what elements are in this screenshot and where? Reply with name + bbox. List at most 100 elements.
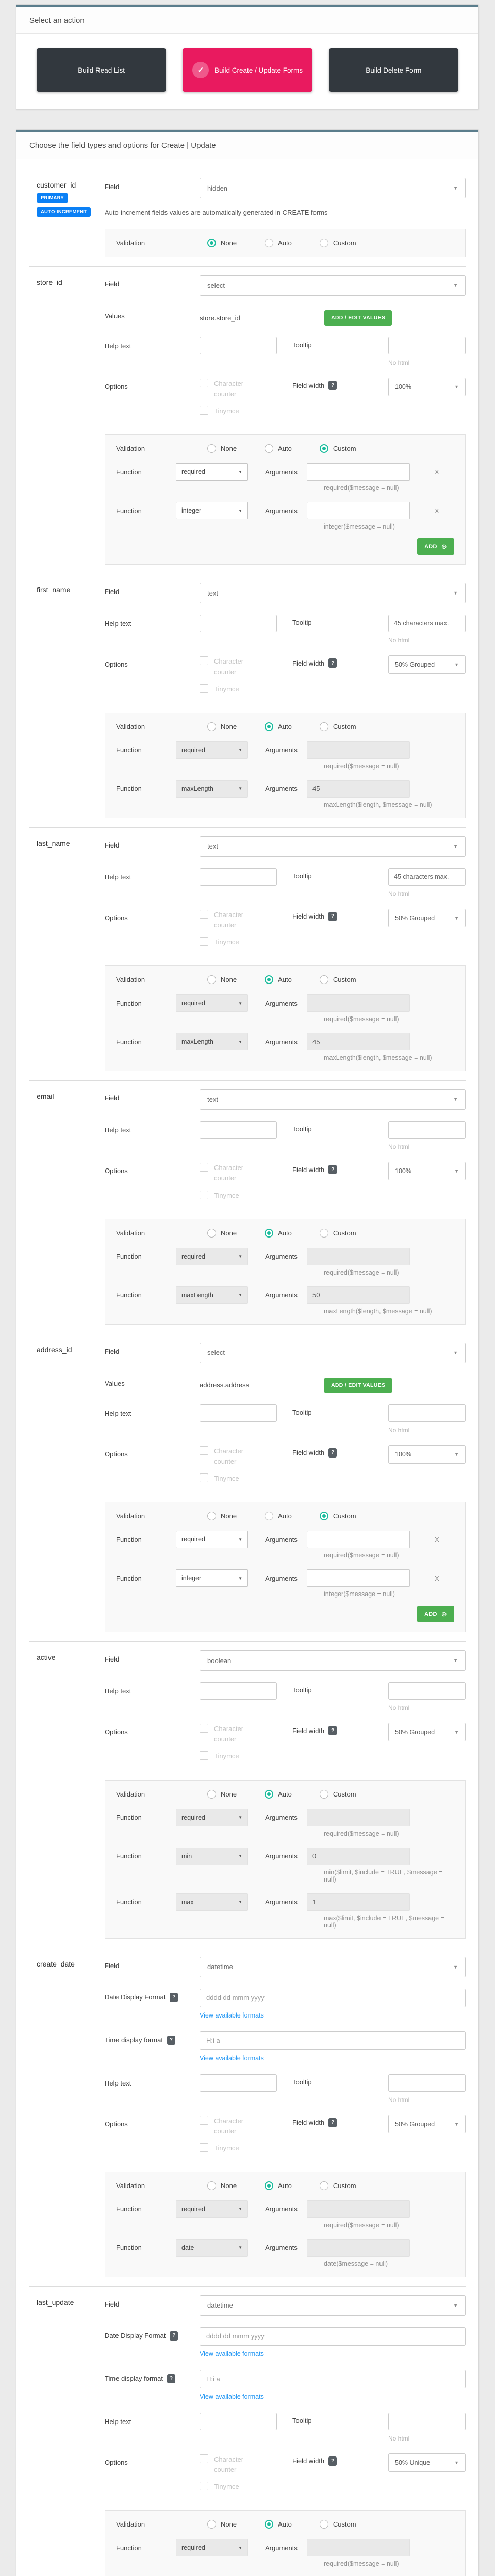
remove-function-button[interactable]: X	[435, 507, 439, 515]
action-button-read-list[interactable]: Build Read List	[37, 48, 167, 92]
field-width-select[interactable]: 50% Grouped ▼	[388, 908, 466, 927]
remove-function-button[interactable]: X	[435, 468, 439, 476]
field-width-select[interactable]: 100% ▼	[388, 1162, 466, 1181]
tooltip-input[interactable]	[388, 1404, 466, 1422]
tooltip-input[interactable]	[388, 868, 466, 886]
time-format-input[interactable]	[200, 2369, 466, 2388]
validation-radio-auto[interactable]: Auto	[265, 1789, 292, 1799]
field-type-select[interactable]: text ▼	[200, 1089, 466, 1110]
help-text-input[interactable]	[200, 1404, 277, 1422]
field-type-select[interactable]: select ▼	[200, 275, 466, 296]
validation-radio-none[interactable]: None	[207, 722, 237, 731]
validation-radio-custom[interactable]: Custom	[319, 1512, 356, 1521]
add-edit-values-button[interactable]: ADD / EDIT VALUES	[324, 310, 392, 326]
help-text-input[interactable]	[200, 868, 277, 886]
time-format-label: Time display format?	[105, 2370, 200, 2383]
view-formats-link[interactable]: View available formats	[200, 2055, 264, 2062]
field-settings: Field datetime ▼ Date Display Format? View a…	[105, 1956, 466, 2277]
help-text-input[interactable]	[200, 615, 277, 633]
field-type-select[interactable]: datetime ▼	[200, 1956, 466, 1977]
validation-radio-none[interactable]: None	[207, 2181, 237, 2190]
field-width-select[interactable]: 50% Grouped ▼	[388, 2114, 466, 2133]
field-type-select[interactable]: text ▼	[200, 836, 466, 857]
validation-radio-custom[interactable]: Custom	[319, 722, 356, 731]
help-text-input[interactable]	[200, 1121, 277, 1139]
validation-radio-auto[interactable]: Auto	[265, 2181, 292, 2190]
validation-radio-auto[interactable]: Auto	[265, 975, 292, 985]
date-format-input[interactable]	[200, 1988, 466, 2007]
validation-radio-none[interactable]: None	[207, 1228, 237, 1238]
validation-radio-custom[interactable]: Custom	[319, 975, 356, 985]
validation-radio-auto[interactable]: Auto	[265, 722, 292, 731]
validation-radio-custom[interactable]: Custom	[319, 239, 356, 247]
function-select[interactable]: integer ▼	[176, 1569, 248, 1587]
field-label: Field	[105, 1655, 120, 1664]
validation-radio-none[interactable]: None	[207, 239, 237, 247]
action-button-create-update[interactable]: ✓ Build Create / Update Forms	[183, 48, 312, 92]
tooltip-input[interactable]	[388, 2074, 466, 2092]
view-formats-link[interactable]: View available formats	[200, 2350, 264, 2358]
validation-radio-none[interactable]: None	[207, 1512, 237, 1521]
arguments-input[interactable]	[307, 1569, 410, 1587]
function-select[interactable]: integer ▼	[176, 502, 248, 520]
remove-function-button[interactable]: X	[435, 1574, 439, 1582]
field-width-select[interactable]: 100% ▼	[388, 378, 466, 396]
field-width-label: Field width	[292, 2457, 325, 2465]
add-function-button[interactable]: ADD ⊕	[417, 1606, 454, 1623]
validation-radio-custom[interactable]: Custom	[319, 2181, 356, 2190]
help-text-input[interactable]	[200, 337, 277, 354]
function-select[interactable]: required ▼	[176, 1531, 248, 1549]
field-width-select[interactable]: 50% Grouped ▼	[388, 1723, 466, 1742]
arguments-input[interactable]	[307, 502, 410, 520]
field-type-select[interactable]: text ▼	[200, 583, 466, 604]
arguments-input[interactable]	[307, 1531, 410, 1549]
tooltip-input[interactable]	[388, 2412, 466, 2430]
view-formats-link[interactable]: View available formats	[200, 2393, 264, 2400]
action-button-delete[interactable]: Build Delete Form	[328, 48, 458, 92]
date-format-input[interactable]	[200, 2327, 466, 2346]
validation-radio-none[interactable]: None	[207, 975, 237, 985]
tinymce-checkbox-row: Tinymce	[200, 2143, 292, 2154]
field-type-select[interactable]: select ▼	[200, 1342, 466, 1363]
field-type-select[interactable]: hidden ▼	[200, 178, 466, 198]
validation-radios: None Auto Custom	[207, 1512, 356, 1521]
tooltip-input[interactable]	[388, 1682, 466, 1700]
validation-radio-custom[interactable]: Custom	[319, 1789, 356, 1799]
field-label: Field	[105, 1094, 120, 1103]
field-width-select[interactable]: 100% ▼	[388, 1445, 466, 1464]
help-text-input[interactable]	[200, 1682, 277, 1700]
tooltip-input[interactable]	[388, 615, 466, 633]
validation-radio-auto[interactable]: Auto	[265, 2520, 292, 2529]
add-function-button[interactable]: ADD ⊕	[417, 538, 454, 555]
validation-radio-none[interactable]: None	[207, 444, 237, 453]
options-wrap: Character counter Tinymce Field width? 100%…	[200, 378, 466, 423]
field-type-select[interactable]: datetime ▼	[200, 2295, 466, 2316]
help-text-input[interactable]	[200, 2074, 277, 2092]
view-formats-link[interactable]: View available formats	[200, 2012, 264, 2019]
field-width-group: Field width?	[292, 2115, 337, 2127]
validation-radio-none[interactable]: None	[207, 1789, 237, 1799]
validation-radio-custom[interactable]: Custom	[319, 444, 356, 453]
add-edit-values-button[interactable]: ADD / EDIT VALUES	[324, 1377, 392, 1393]
field-width-select[interactable]: 50% Grouped ▼	[388, 655, 466, 674]
validation-radio-auto[interactable]: Auto	[265, 239, 292, 247]
no-html-hint: No html	[388, 2434, 410, 2442]
tooltip-input[interactable]	[388, 1121, 466, 1139]
validation-radio-auto[interactable]: Auto	[265, 1228, 292, 1238]
remove-function-button[interactable]: X	[435, 1536, 439, 1544]
field-width-select[interactable]: 50% Unique ▼	[388, 2453, 466, 2472]
tooltip-input[interactable]	[388, 337, 466, 354]
help-text-input[interactable]	[200, 2412, 277, 2430]
validation-radio-none[interactable]: None	[207, 2520, 237, 2529]
validation-radio-custom[interactable]: Custom	[319, 1228, 356, 1238]
time-format-input[interactable]	[200, 2031, 466, 2050]
arguments-input[interactable]	[307, 463, 410, 481]
help-tooltip-wrap: Tooltip No html	[200, 1682, 466, 1711]
validation-radio-auto[interactable]: Auto	[265, 1512, 292, 1521]
validation-radio-auto[interactable]: Auto	[265, 444, 292, 453]
options-checkboxes: Character counter Tinymce	[200, 2115, 292, 2160]
field-type-select[interactable]: boolean ▼	[200, 1650, 466, 1671]
section-create_date: create_date Field datetime ▼ Date Display Fo…	[29, 1948, 466, 2287]
function-select[interactable]: required ▼	[176, 463, 248, 481]
validation-radio-custom[interactable]: Custom	[319, 2520, 356, 2529]
